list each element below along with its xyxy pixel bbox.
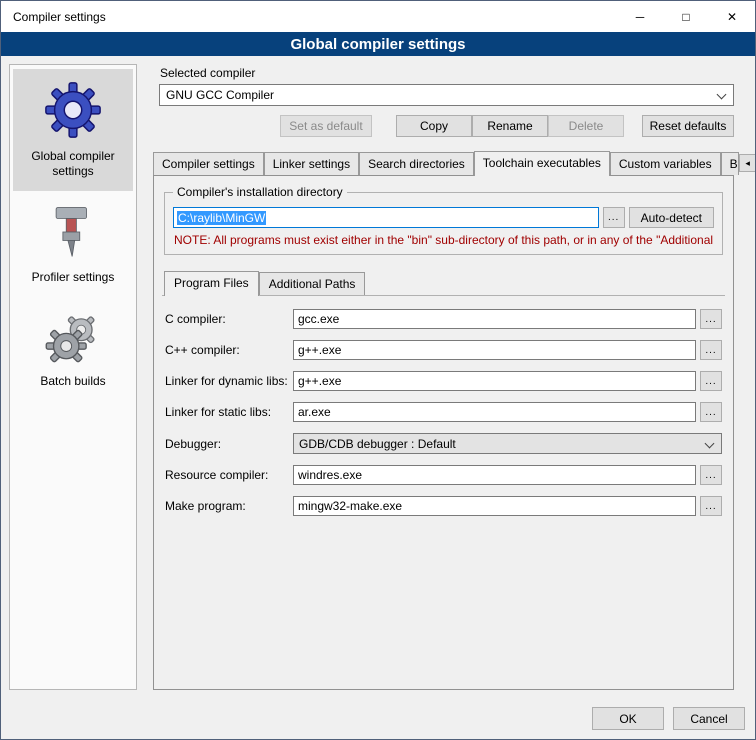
tab-strip: Compiler settings Linker settings Search… [153,151,734,175]
linker-dynamic-browse-button[interactable]: ... [700,371,722,391]
sidebar-item-label: Profiler settings [32,270,115,284]
sidebar: Global compiler settings Profiler settin… [9,64,137,690]
page-title: Global compiler settings [1,32,755,56]
install-dir-input[interactable]: C:\raylib\MinGW [173,207,599,228]
subtab-additional-paths[interactable]: Additional Paths [259,272,366,295]
sidebar-item-label: Global compiler settings [31,149,114,178]
tab-compiler-settings[interactable]: Compiler settings [153,152,264,175]
note-text: NOTE: All programs must exist either in … [174,233,713,247]
make-program-input[interactable] [293,496,696,516]
minimize-button[interactable]: ─ [617,1,663,32]
install-dir-group: Compiler's installation directory C:\ray… [164,192,723,255]
rename-button[interactable]: Rename [472,115,548,137]
titlebar: Compiler settings ─ □ ✕ [1,1,755,32]
install-dir-row: C:\raylib\MinGW ... Auto-detect [173,207,714,228]
debugger-label: Debugger: [165,437,293,451]
resource-compiler-label: Resource compiler: [165,468,293,482]
linker-dynamic-input[interactable] [293,371,696,391]
window-controls: ─ □ ✕ [617,1,755,32]
debugger-select[interactable]: GDB/CDB debugger : Default [293,433,722,454]
install-dir-group-title: Compiler's installation directory [173,185,347,199]
field-row: Debugger: GDB/CDB debugger : Default [165,433,722,454]
c-compiler-input[interactable] [293,309,696,329]
copy-button[interactable]: Copy [396,115,472,137]
profiler-icon [46,202,100,262]
tab-scroll-arrows: ◂ ▸ [739,154,756,172]
tab-linker-settings[interactable]: Linker settings [264,152,359,175]
debugger-select-value: GDB/CDB debugger : Default [299,437,456,451]
field-row: C compiler: ... [165,309,722,329]
linker-dynamic-label: Linker for dynamic libs: [165,374,293,388]
linker-static-input[interactable] [293,402,696,422]
delete-button[interactable]: Delete [548,115,624,137]
window-title: Compiler settings [13,10,106,24]
toolchain-executables-panel: Compiler's installation directory C:\ray… [153,175,734,690]
field-row: Make program: ... [165,496,722,516]
cancel-button[interactable]: Cancel [673,707,745,730]
main-panel: Selected compiler GNU GCC Compiler Set a… [159,64,734,690]
tab-build[interactable]: Build [721,152,739,175]
gear-icon [42,79,104,141]
compiler-select[interactable]: GNU GCC Compiler [159,84,734,106]
resource-compiler-browse-button[interactable]: ... [700,465,722,485]
cpp-compiler-browse-button[interactable]: ... [700,340,722,360]
reset-defaults-button[interactable]: Reset defaults [642,115,734,137]
chevron-down-icon [717,90,727,100]
sidebar-item-global-compiler-settings[interactable]: Global compiler settings [13,69,133,191]
cpp-compiler-input[interactable] [293,340,696,360]
subtab-strip: Program Files Additional Paths [162,271,725,296]
linker-static-label: Linker for static libs: [165,405,293,419]
batch-builds-icon [44,308,102,366]
subtab-program-files[interactable]: Program Files [164,271,259,296]
tab-scroll-left-button[interactable]: ◂ [739,154,756,172]
dialog-footer: OK Cancel [592,707,745,730]
program-files-fields: C compiler: ... C++ compiler: ... Linker… [162,309,725,516]
compiler-settings-window: Compiler settings ─ □ ✕ Global compiler … [0,0,756,740]
set-as-default-button[interactable]: Set as default [280,115,372,137]
auto-detect-button[interactable]: Auto-detect [629,207,714,228]
install-dir-selected-text: C:\raylib\MinGW [177,211,266,225]
field-row: Linker for static libs: ... [165,402,722,422]
field-row: C++ compiler: ... [165,340,722,360]
field-row: Linker for dynamic libs: ... [165,371,722,391]
install-dir-browse-button[interactable]: ... [603,207,625,228]
chevron-down-icon [705,439,715,449]
tab-toolchain-executables[interactable]: Toolchain executables [474,151,610,176]
make-program-label: Make program: [165,499,293,513]
maximize-button[interactable]: □ [663,1,709,32]
sidebar-item-batch-builds[interactable]: Batch builds [13,298,133,401]
tab-custom-variables[interactable]: Custom variables [610,152,721,175]
linker-static-browse-button[interactable]: ... [700,402,722,422]
ok-button[interactable]: OK [592,707,664,730]
make-program-browse-button[interactable]: ... [700,496,722,516]
resource-compiler-input[interactable] [293,465,696,485]
cpp-compiler-label: C++ compiler: [165,343,293,357]
c-compiler-browse-button[interactable]: ... [700,309,722,329]
field-row: Resource compiler: ... [165,465,722,485]
sidebar-item-label: Batch builds [40,374,105,388]
sidebar-item-profiler-settings[interactable]: Profiler settings [13,192,133,297]
compiler-select-value: GNU GCC Compiler [166,88,274,102]
c-compiler-label: C compiler: [165,312,293,326]
compiler-buttons-row: Set as default Copy Rename Delete Reset … [159,115,734,137]
selected-compiler-label: Selected compiler [160,66,734,80]
tab-search-directories[interactable]: Search directories [359,152,474,175]
close-button[interactable]: ✕ [709,1,755,32]
